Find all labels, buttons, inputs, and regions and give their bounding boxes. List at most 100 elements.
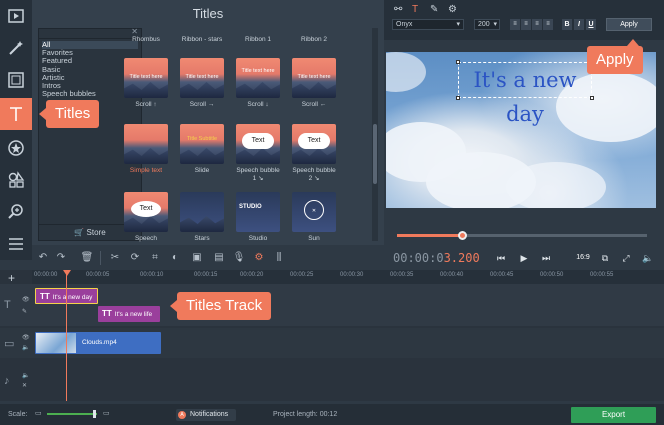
skip-back-icon[interactable]: ⏮: [492, 250, 510, 266]
resize-handle[interactable]: [456, 96, 460, 100]
tile-thumbnail: Title Subtitle: [180, 124, 224, 164]
italic-button[interactable]: I: [574, 19, 584, 30]
scrubber-knob[interactable]: [458, 231, 467, 240]
color-icon[interactable]: ◐: [168, 251, 182, 265]
titles-track[interactable]: T 👁 ✎ TT It's a new day TT It's a new life: [0, 284, 664, 326]
eyedropper-icon[interactable]: ✎: [430, 4, 438, 15]
scrollbar-thumb[interactable]: [373, 124, 377, 184]
link-icon[interactable]: ⚯: [394, 4, 402, 15]
eye-icon[interactable]: 👁: [22, 296, 30, 303]
redo-icon[interactable]: ↷: [54, 251, 68, 265]
clip-properties-icon[interactable]: ▣: [190, 251, 204, 265]
preview-scrubber[interactable]: [397, 231, 647, 240]
lock-icon[interactable]: ✎: [22, 308, 27, 315]
text-tool-icon[interactable]: T: [412, 4, 418, 15]
titles-icon[interactable]: [0, 98, 32, 130]
title-clip[interactable]: TT It's a new life: [98, 306, 160, 322]
title-tile[interactable]: Ribbon 1: [236, 36, 280, 44]
filters-icon[interactable]: [0, 64, 32, 96]
skip-forward-icon[interactable]: ⏭: [537, 250, 555, 266]
preview-title-text[interactable]: It's a new day: [456, 60, 594, 126]
underline-button[interactable]: U: [586, 19, 596, 30]
aspect-ratio-button[interactable]: 16:9: [572, 251, 594, 265]
title-tile[interactable]: Title text here Scroll ↓: [236, 58, 280, 109]
timeline-ruler[interactable]: 00:00:00 00:00:05 00:00:10 00:00:15 00:0…: [32, 270, 664, 284]
titles-scrollbar[interactable]: [372, 28, 378, 241]
play-icon[interactable]: ▶: [515, 250, 533, 266]
magic-wand-icon[interactable]: [0, 32, 32, 64]
detach-icon[interactable]: ⧉: [596, 250, 614, 266]
fullscreen-icon[interactable]: ⤢: [617, 250, 635, 266]
align-right-icon[interactable]: ≡: [532, 19, 542, 30]
volume-icon[interactable]: 🔈: [639, 250, 657, 266]
title-tile[interactable]: Rhombus: [124, 36, 168, 44]
title-tile[interactable]: Simple text: [124, 124, 168, 175]
title-tile[interactable]: Ribbon 2: [292, 36, 336, 44]
bold-button[interactable]: B: [562, 19, 572, 30]
import-icon[interactable]: [0, 0, 32, 32]
tile-label: Slide: [194, 167, 210, 174]
export-button[interactable]: Export: [571, 407, 656, 423]
align-center-icon[interactable]: ≡: [521, 19, 531, 30]
video-clip[interactable]: Clouds.mp4: [35, 332, 161, 354]
timecode: 00:00:03.200: [393, 251, 480, 265]
scale-slider[interactable]: [47, 410, 97, 418]
title-tile[interactable]: Text Speech: [124, 192, 168, 243]
mute-icon[interactable]: ✕: [22, 382, 27, 389]
title-tile[interactable]: Text Speech bubble 1 ↘: [236, 124, 280, 182]
rotate-icon[interactable]: ⟳: [128, 251, 142, 265]
video-track[interactable]: ▭ 👁 🔈 Clouds.mp4: [0, 328, 664, 358]
title-tile[interactable]: Ribbon - stars: [180, 36, 224, 44]
stickers-icon[interactable]: [0, 132, 32, 164]
apply-button[interactable]: Apply: [606, 18, 652, 31]
title-tile[interactable]: Stars: [180, 192, 224, 243]
crop-icon[interactable]: ⌗: [148, 251, 162, 265]
align-left-icon[interactable]: ≡: [510, 19, 520, 30]
zoom-in-icon[interactable]: ▭: [103, 409, 110, 417]
title-format-toolbar: ⚯ T ✎ ⚙ Onyx ▾ 200 ▾ ≡ ≡ ≡ ≡ B I U Apply: [384, 0, 664, 40]
title-tile[interactable]: Title text here Scroll →: [180, 58, 224, 109]
add-track-icon[interactable]: +: [8, 271, 15, 285]
title-clip-label: It's a new day: [52, 294, 93, 301]
notification-badge-icon: A: [178, 411, 186, 419]
resize-handle[interactable]: [590, 96, 594, 100]
title-tile[interactable]: Title text here Scroll ↑: [124, 58, 168, 109]
transitions-icon[interactable]: [0, 164, 32, 196]
playhead[interactable]: [63, 270, 71, 401]
title-tile[interactable]: Text Speech bubble 2 ↘: [292, 124, 336, 182]
scale-slider-knob[interactable]: [93, 410, 96, 418]
equalizer-icon[interactable]: ⫼: [272, 251, 286, 265]
timeline: + 00:00:00 00:00:05 00:00:10 00:00:15 00…: [0, 270, 664, 401]
settings-icon[interactable]: ⚙: [252, 251, 266, 265]
undo-icon[interactable]: ↶: [36, 251, 50, 265]
title-tile[interactable]: ✕ Sun: [292, 192, 336, 243]
left-toolbar: [0, 0, 32, 260]
cut-icon[interactable]: ✂: [108, 251, 122, 265]
font-size-select[interactable]: 200 ▾: [474, 19, 500, 30]
title-clip-icon: TT: [102, 309, 112, 318]
zoom-out-icon[interactable]: ▭: [35, 409, 42, 417]
more-tools-icon[interactable]: [0, 228, 32, 260]
tile-preview-text: Title text here: [185, 74, 219, 80]
zoom-icon[interactable]: [0, 196, 32, 228]
audio-icon[interactable]: 🔈: [22, 372, 29, 379]
microphone-icon[interactable]: 🎙: [232, 251, 246, 265]
media-icon[interactable]: ▤: [212, 251, 226, 265]
notifications-button[interactable]: A Notifications: [176, 409, 236, 421]
close-icon[interactable]: ✕: [131, 27, 138, 36]
titles-track-icon: T: [4, 299, 11, 311]
title-tile[interactable]: STUDIO Studio: [236, 192, 280, 243]
delete-icon[interactable]: 🗑: [80, 251, 94, 265]
video-preview[interactable]: It's a new day: [386, 52, 656, 208]
settings-icon[interactable]: ⚙: [448, 4, 457, 15]
resize-handle[interactable]: [456, 60, 460, 64]
tile-thumbnail: Title text here: [236, 58, 280, 98]
title-tile[interactable]: Title text here Scroll ←: [292, 58, 336, 109]
eye-icon[interactable]: 👁: [22, 334, 30, 341]
audio-icon[interactable]: 🔈: [22, 344, 29, 351]
audio-track[interactable]: ♪ 🔈 ✕: [0, 360, 664, 401]
align-justify-icon[interactable]: ≡: [543, 19, 553, 30]
title-tile[interactable]: Title Subtitle Slide: [180, 124, 224, 175]
timeline-toolbar: ↶ ↷ 🗑 ✂ ⟳ ⌗ ◐ ▣ ▤ 🎙 ⚙ ⫼: [32, 248, 281, 268]
font-select[interactable]: Onyx ▾: [392, 19, 464, 30]
